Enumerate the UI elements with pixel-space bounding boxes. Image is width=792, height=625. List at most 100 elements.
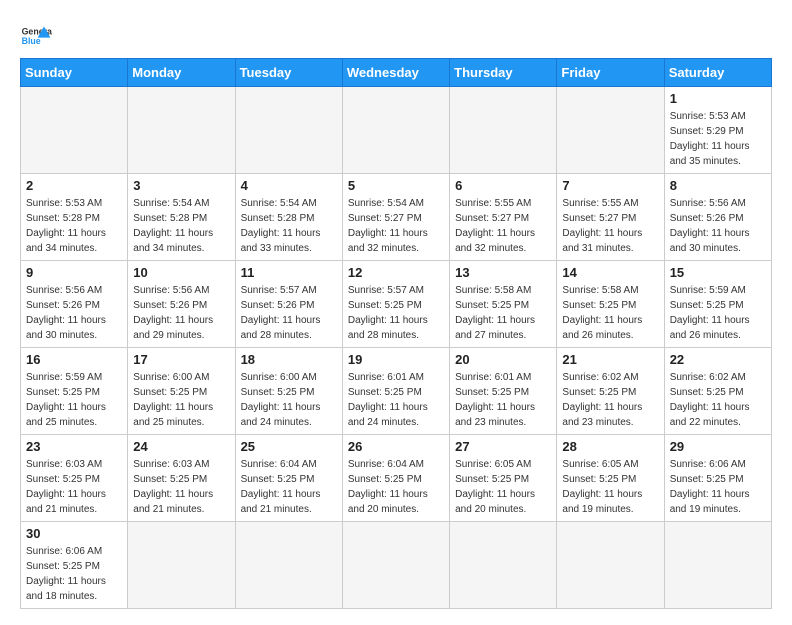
day-header-friday: Friday (557, 59, 664, 87)
day-info: Sunrise: 5:58 AM Sunset: 5:25 PM Dayligh… (455, 283, 551, 343)
calendar-cell: 14 Sunrise: 5:58 AM Sunset: 5:25 PM Dayli… (557, 261, 664, 348)
day-number: 20 (455, 352, 551, 367)
day-number: 7 (562, 178, 658, 193)
day-info: Sunrise: 6:03 AM Sunset: 5:25 PM Dayligh… (26, 457, 122, 517)
calendar-header-row: SundayMondayTuesdayWednesdayThursdayFrid… (21, 59, 772, 87)
day-number: 24 (133, 439, 229, 454)
day-info: Sunrise: 5:54 AM Sunset: 5:28 PM Dayligh… (133, 196, 229, 256)
day-number: 11 (241, 265, 337, 280)
day-info: Sunrise: 5:57 AM Sunset: 5:25 PM Dayligh… (348, 283, 444, 343)
calendar-cell: 27Sunrise: 6:05 AM Sunset: 5:25 PM Dayli… (450, 435, 557, 522)
day-info: Sunrise: 6:05 AM Sunset: 5:25 PM Dayligh… (455, 457, 551, 517)
day-number: 15 (670, 265, 766, 280)
calendar-cell (450, 522, 557, 609)
calendar-cell: 7Sunrise: 5:55 AM Sunset: 5:27 PM Daylig… (557, 174, 664, 261)
calendar-cell: 3 Sunrise: 5:54 AM Sunset: 5:28 PM Daylig… (128, 174, 235, 261)
calendar-cell: 8Sunrise: 5:56 AM Sunset: 5:26 PM Daylig… (664, 174, 771, 261)
calendar-cell: 18 Sunrise: 6:00 AM Sunset: 5:25 PM Dayli… (235, 348, 342, 435)
day-info: Sunrise: 5:59 AM Sunset: 5:25 PM Dayligh… (26, 370, 122, 430)
day-number: 17 (133, 352, 229, 367)
day-number: 22 (670, 352, 766, 367)
calendar-cell: 15 Sunrise: 5:59 AM Sunset: 5:25 PM Dayli… (664, 261, 771, 348)
calendar-cell (235, 87, 342, 174)
day-header-saturday: Saturday (664, 59, 771, 87)
day-info: Sunrise: 5:59 AM Sunset: 5:25 PM Dayligh… (670, 283, 766, 343)
calendar-week-row: 9 Sunrise: 5:56 AM Sunset: 5:26 PM Daylig… (21, 261, 772, 348)
day-number: 6 (455, 178, 551, 193)
day-number: 19 (348, 352, 444, 367)
calendar-cell: 6 Sunrise: 5:55 AM Sunset: 5:27 PM Daylig… (450, 174, 557, 261)
calendar-cell: 1 Sunrise: 5:53 AM Sunset: 5:29 PM Daylig… (664, 87, 771, 174)
calendar-cell (128, 87, 235, 174)
day-header-monday: Monday (128, 59, 235, 87)
day-info: Sunrise: 5:56 AM Sunset: 5:26 PM Dayligh… (26, 283, 122, 343)
calendar-cell: 30 Sunrise: 6:06 AM Sunset: 5:25 PM Dayli… (21, 522, 128, 609)
day-number: 23 (26, 439, 122, 454)
day-number: 14 (562, 265, 658, 280)
day-info: Sunrise: 6:04 AM Sunset: 5:25 PM Dayligh… (241, 457, 337, 517)
day-number: 3 (133, 178, 229, 193)
calendar-cell (128, 522, 235, 609)
calendar-cell (342, 87, 449, 174)
day-info: Sunrise: 5:55 AM Sunset: 5:27 PM Dayligh… (455, 196, 551, 256)
calendar-cell: 24 Sunrise: 6:03 AM Sunset: 5:25 PM Dayli… (128, 435, 235, 522)
day-number: 9 (26, 265, 122, 280)
calendar-week-row: 2Sunrise: 5:53 AM Sunset: 5:28 PM Daylig… (21, 174, 772, 261)
calendar-cell: 29Sunrise: 6:06 AM Sunset: 5:25 PM Dayli… (664, 435, 771, 522)
day-number: 4 (241, 178, 337, 193)
calendar-cell: 12 Sunrise: 5:57 AM Sunset: 5:25 PM Dayli… (342, 261, 449, 348)
day-info: Sunrise: 5:53 AM Sunset: 5:29 PM Dayligh… (670, 109, 766, 169)
day-info: Sunrise: 5:54 AM Sunset: 5:28 PM Dayligh… (241, 196, 337, 256)
day-number: 10 (133, 265, 229, 280)
day-header-sunday: Sunday (21, 59, 128, 87)
day-info: Sunrise: 6:01 AM Sunset: 5:25 PM Dayligh… (348, 370, 444, 430)
day-number: 21 (562, 352, 658, 367)
day-header-thursday: Thursday (450, 59, 557, 87)
day-number: 25 (241, 439, 337, 454)
day-info: Sunrise: 6:02 AM Sunset: 5:25 PM Dayligh… (562, 370, 658, 430)
day-info: Sunrise: 6:03 AM Sunset: 5:25 PM Dayligh… (133, 457, 229, 517)
day-info: Sunrise: 5:57 AM Sunset: 5:26 PM Dayligh… (241, 283, 337, 343)
calendar-cell: 13 Sunrise: 5:58 AM Sunset: 5:25 PM Dayli… (450, 261, 557, 348)
calendar-week-row: 1 Sunrise: 5:53 AM Sunset: 5:29 PM Daylig… (21, 87, 772, 174)
calendar-cell: 28Sunrise: 6:05 AM Sunset: 5:25 PM Dayli… (557, 435, 664, 522)
logo: General Blue (20, 20, 52, 52)
logo-icon: General Blue (20, 20, 52, 52)
calendar-cell: 17Sunrise: 6:00 AM Sunset: 5:25 PM Dayli… (128, 348, 235, 435)
day-header-wednesday: Wednesday (342, 59, 449, 87)
calendar-cell (557, 87, 664, 174)
calendar-cell (450, 87, 557, 174)
calendar-cell: 9 Sunrise: 5:56 AM Sunset: 5:26 PM Daylig… (21, 261, 128, 348)
calendar-cell: 26Sunrise: 6:04 AM Sunset: 5:25 PM Dayli… (342, 435, 449, 522)
day-info: Sunrise: 6:06 AM Sunset: 5:25 PM Dayligh… (670, 457, 766, 517)
day-number: 16 (26, 352, 122, 367)
calendar-cell: 4 Sunrise: 5:54 AM Sunset: 5:28 PM Daylig… (235, 174, 342, 261)
day-number: 5 (348, 178, 444, 193)
day-info: Sunrise: 5:56 AM Sunset: 5:26 PM Dayligh… (670, 196, 766, 256)
calendar-cell (557, 522, 664, 609)
day-number: 28 (562, 439, 658, 454)
day-number: 18 (241, 352, 337, 367)
day-info: Sunrise: 5:56 AM Sunset: 5:26 PM Dayligh… (133, 283, 229, 343)
calendar-cell: 25 Sunrise: 6:04 AM Sunset: 5:25 PM Dayli… (235, 435, 342, 522)
day-number: 13 (455, 265, 551, 280)
calendar-cell: 5 Sunrise: 5:54 AM Sunset: 5:27 PM Daylig… (342, 174, 449, 261)
day-number: 1 (670, 91, 766, 106)
calendar-cell (664, 522, 771, 609)
day-info: Sunrise: 6:00 AM Sunset: 5:25 PM Dayligh… (241, 370, 337, 430)
calendar-cell: 23 Sunrise: 6:03 AM Sunset: 5:25 PM Dayli… (21, 435, 128, 522)
day-number: 12 (348, 265, 444, 280)
header: General Blue (20, 16, 772, 52)
day-number: 30 (26, 526, 122, 541)
day-info: Sunrise: 6:06 AM Sunset: 5:25 PM Dayligh… (26, 544, 122, 604)
calendar-cell: 11 Sunrise: 5:57 AM Sunset: 5:26 PM Dayli… (235, 261, 342, 348)
calendar-cell: 10 Sunrise: 5:56 AM Sunset: 5:26 PM Dayli… (128, 261, 235, 348)
day-info: Sunrise: 6:02 AM Sunset: 5:25 PM Dayligh… (670, 370, 766, 430)
calendar-cell (21, 87, 128, 174)
calendar-week-row: 23 Sunrise: 6:03 AM Sunset: 5:25 PM Dayli… (21, 435, 772, 522)
day-info: Sunrise: 5:58 AM Sunset: 5:25 PM Dayligh… (562, 283, 658, 343)
day-info: Sunrise: 5:54 AM Sunset: 5:27 PM Dayligh… (348, 196, 444, 256)
day-header-tuesday: Tuesday (235, 59, 342, 87)
calendar-cell: 20Sunrise: 6:01 AM Sunset: 5:25 PM Dayli… (450, 348, 557, 435)
calendar-cell (342, 522, 449, 609)
